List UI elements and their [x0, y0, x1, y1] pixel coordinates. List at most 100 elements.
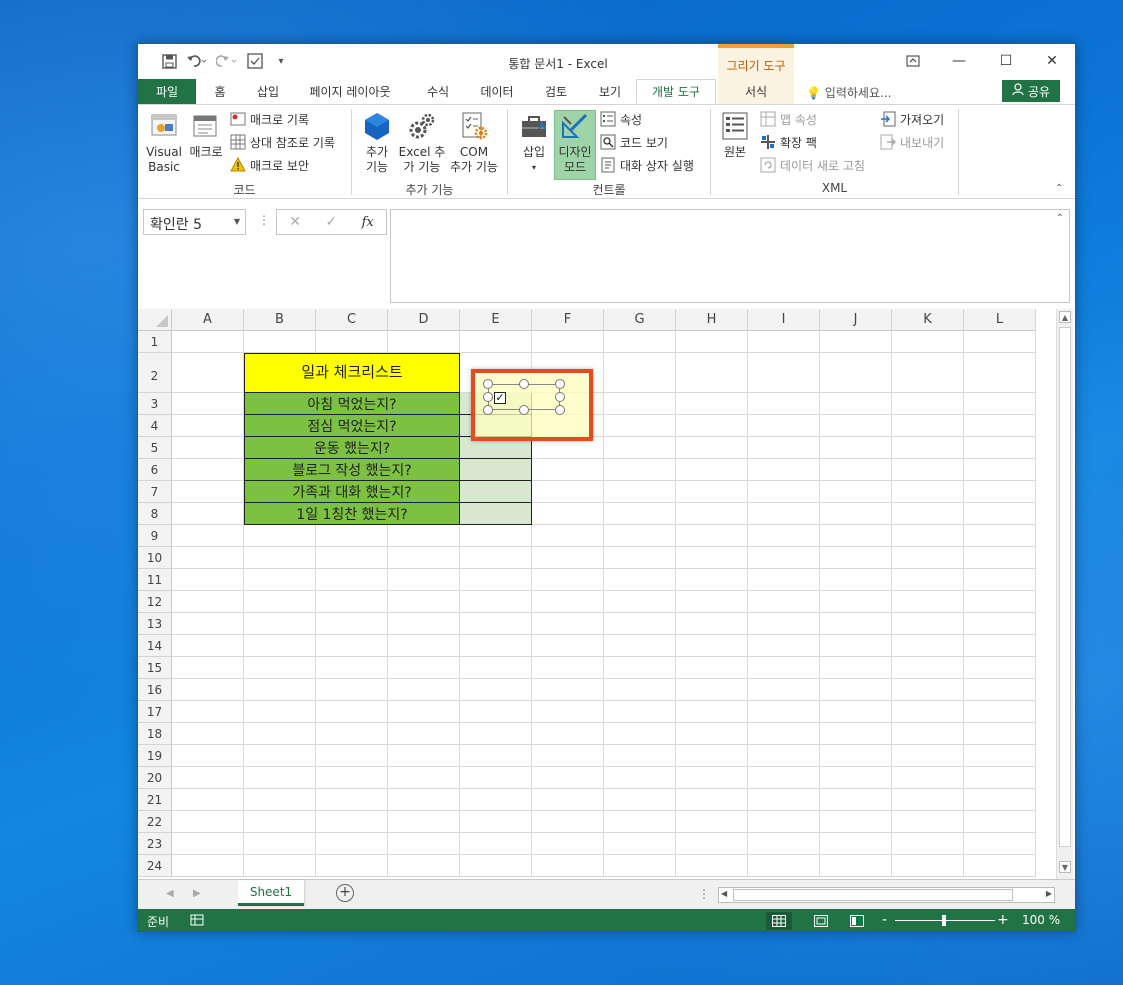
macro-record-status-icon[interactable] — [190, 913, 204, 930]
checklist-item[interactable]: 아침 먹었는지? — [244, 393, 460, 415]
scroll-left-icon[interactable]: ◀ — [721, 889, 727, 898]
add-sheet-button[interactable]: + — [336, 884, 354, 902]
next-sheet-icon[interactable]: ▶ — [193, 888, 201, 899]
resize-handle[interactable] — [555, 379, 565, 389]
select-all-corner[interactable] — [138, 309, 172, 331]
redo-icon[interactable] — [212, 50, 242, 72]
tab-view[interactable]: 보기 — [590, 79, 630, 104]
insert-control-button[interactable]: 삽입 ▾ — [515, 109, 553, 175]
scroll-up-icon[interactable]: ▲ — [1059, 311, 1071, 323]
name-box[interactable]: 확인란 5 ▼ — [143, 209, 246, 235]
row-header[interactable]: 21 — [138, 789, 172, 811]
resize-handle[interactable] — [483, 392, 493, 402]
save-icon[interactable] — [156, 50, 182, 72]
checkbox-checked-icon[interactable]: ✓ — [494, 392, 506, 404]
row-header[interactable]: 3 — [138, 393, 172, 415]
column-header[interactable]: A — [172, 309, 244, 331]
checklist-item[interactable]: 블로그 작성 했는지? — [244, 459, 460, 481]
cancel-formula-icon[interactable]: ✕ — [289, 214, 301, 230]
undo-icon[interactable] — [182, 50, 212, 72]
page-layout-view-icon[interactable] — [808, 912, 834, 930]
vertical-scroll-thumb[interactable] — [1059, 327, 1071, 847]
checklist-title[interactable]: 일과 체크리스트 — [244, 353, 460, 393]
visual-basic-button[interactable]: Visual Basic — [146, 109, 182, 175]
check-cell[interactable] — [460, 481, 532, 503]
map-properties-button[interactable]: 맵 속성 — [760, 109, 817, 129]
tab-home[interactable]: 홈 — [204, 79, 236, 104]
check-cell[interactable] — [460, 459, 532, 481]
horizontal-scrollbar[interactable]: ◀ ▶ — [718, 887, 1055, 903]
worksheet-grid[interactable]: ▲ ▼ A B C D E F G H I J K L 1 2 3 4 5 6 7 8 9 10 11 12 13 14 15 16 1… — [138, 309, 1075, 879]
vertical-scrollbar[interactable]: ▲ ▼ — [1056, 309, 1073, 879]
collapse-formula-bar-icon[interactable]: ⌃ — [1056, 213, 1064, 224]
tell-me-box[interactable]: 💡 입력하세요... — [806, 84, 891, 101]
close-button[interactable]: ✕ — [1029, 49, 1075, 73]
column-header[interactable]: G — [604, 309, 676, 331]
checklist-item[interactable]: 1일 1칭찬 했는지? — [244, 503, 460, 525]
insert-function-icon[interactable]: fx — [362, 215, 374, 230]
row-header[interactable]: 8 — [138, 503, 172, 525]
zoom-level[interactable]: 100 % — [1022, 913, 1060, 927]
tab-format[interactable]: 서식 — [718, 79, 794, 104]
tab-file[interactable]: 파일 — [138, 79, 196, 104]
form-icon[interactable] — [242, 50, 268, 72]
scroll-down-icon[interactable]: ▼ — [1059, 861, 1071, 873]
export-button[interactable]: 내보내기 — [880, 132, 944, 152]
formula-input[interactable]: ⌃ — [390, 209, 1070, 303]
row-header[interactable]: 19 — [138, 745, 172, 767]
row-header[interactable]: 24 — [138, 855, 172, 877]
zoom-slider-thumb[interactable] — [942, 915, 946, 926]
page-break-view-icon[interactable] — [844, 912, 870, 930]
formula-bar-grip-icon[interactable]: ⋮ — [258, 213, 270, 227]
tab-review[interactable]: 검토 — [536, 79, 576, 104]
column-header[interactable]: L — [964, 309, 1036, 331]
resize-handle[interactable] — [519, 405, 529, 415]
record-macro-button[interactable]: 매크로 기록 — [230, 109, 309, 129]
scroll-right-icon[interactable]: ▶ — [1046, 889, 1052, 898]
checklist-item[interactable]: 점심 먹었는지? — [244, 415, 460, 437]
row-header[interactable]: 14 — [138, 635, 172, 657]
ribbon-display-icon[interactable] — [890, 49, 936, 73]
column-header[interactable]: I — [748, 309, 820, 331]
column-header[interactable]: C — [316, 309, 388, 331]
row-header[interactable]: 22 — [138, 811, 172, 833]
import-button[interactable]: 가져오기 — [880, 109, 944, 129]
zoom-in-button[interactable]: + — [997, 912, 1009, 928]
collapse-ribbon-icon[interactable]: ⌃ — [1055, 183, 1063, 194]
hscroll-grip-icon[interactable]: ⋮ — [698, 887, 710, 901]
column-header[interactable]: J — [820, 309, 892, 331]
xml-source-button[interactable]: 원본 — [718, 109, 752, 160]
row-header[interactable]: 5 — [138, 437, 172, 459]
row-header[interactable]: 7 — [138, 481, 172, 503]
row-header[interactable]: 4 — [138, 415, 172, 437]
addins-button[interactable]: 추가 기능 — [358, 109, 396, 175]
properties-button[interactable]: 속성 — [600, 109, 642, 129]
view-code-button[interactable]: 코드 보기 — [600, 132, 668, 152]
row-header[interactable]: 16 — [138, 679, 172, 701]
macro-button[interactable]: 매크로 — [186, 109, 226, 160]
row-header[interactable]: 9 — [138, 525, 172, 547]
tab-developer[interactable]: 개발 도구 — [636, 79, 716, 104]
row-header[interactable]: 13 — [138, 613, 172, 635]
run-dialog-button[interactable]: 대화 상자 실행 — [600, 155, 694, 175]
tab-formulas[interactable]: 수식 — [418, 79, 458, 104]
zoom-out-button[interactable]: - — [882, 912, 887, 928]
name-box-dropdown-icon[interactable]: ▼ — [234, 217, 240, 226]
macro-security-button[interactable]: 매크로 보안 — [230, 155, 309, 175]
expansion-packs-button[interactable]: 확장 팩 — [760, 132, 817, 152]
resize-handle[interactable] — [483, 379, 493, 389]
design-mode-button[interactable]: 디자인 모드 — [554, 109, 596, 175]
row-header[interactable]: 11 — [138, 569, 172, 591]
row-header[interactable]: 6 — [138, 459, 172, 481]
column-header[interactable]: F — [532, 309, 604, 331]
row-header[interactable]: 1 — [138, 331, 172, 353]
column-header[interactable]: B — [244, 309, 316, 331]
row-header[interactable]: 18 — [138, 723, 172, 745]
resize-handle[interactable] — [483, 405, 493, 415]
sheet-tab-sheet1[interactable]: Sheet1 — [238, 880, 304, 906]
column-header[interactable]: E — [460, 309, 532, 331]
maximize-button[interactable]: ☐ — [983, 49, 1029, 73]
resize-handle[interactable] — [519, 379, 529, 389]
normal-view-icon[interactable] — [766, 912, 792, 930]
tab-page-layout[interactable]: 페이지 레이아웃 — [300, 79, 400, 104]
